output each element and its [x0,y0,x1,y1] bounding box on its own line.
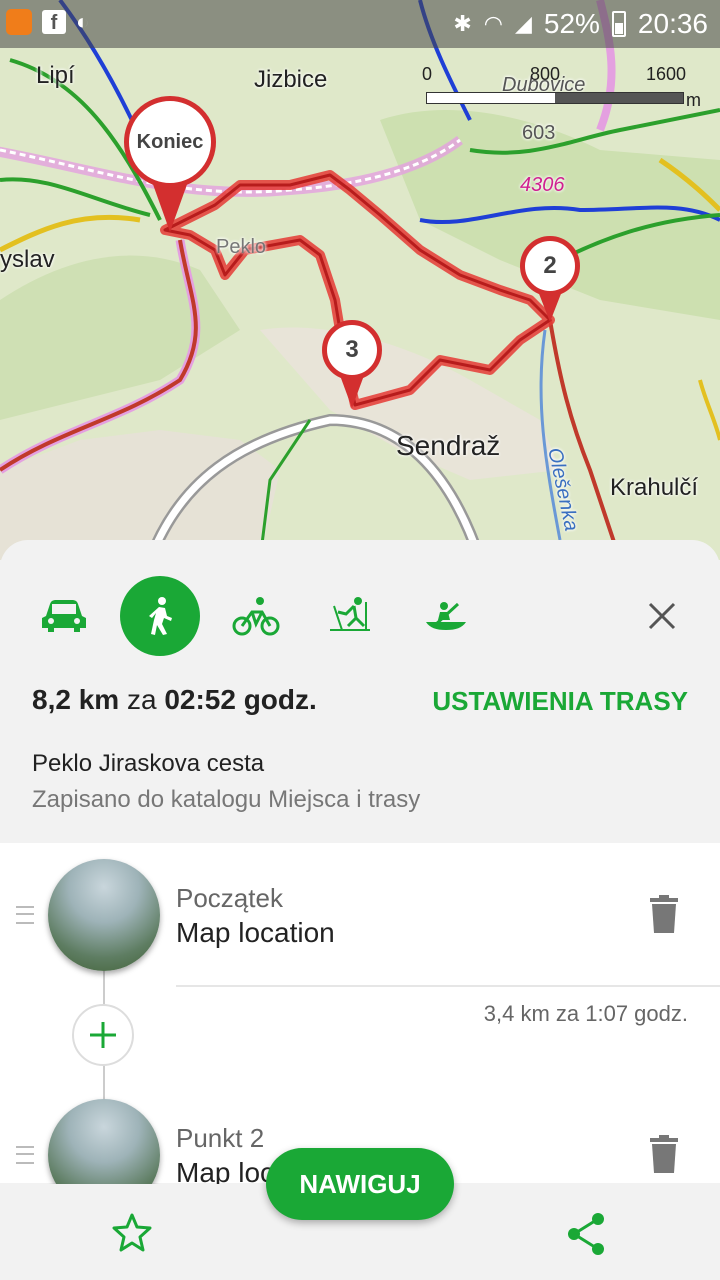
route-point-3-pin[interactable]: 3 [322,320,382,410]
mode-bike[interactable] [216,576,296,656]
scale-tick-800: 800 [530,64,561,84]
pin-label-koniec: Koniec [124,96,216,188]
map-label-elevation: 603 [522,122,556,144]
route-end-pin[interactable]: Koniec [124,96,216,236]
transport-mode-bar [0,576,720,656]
close-icon [648,602,676,630]
scale-tick-1600: 1600 [646,64,687,84]
battery-icon [611,11,626,37]
signal-icon: ◢ [514,11,532,36]
mode-ski[interactable] [310,576,390,656]
app-icon [6,9,32,35]
ski-icon [330,597,370,631]
drag-handle-icon[interactable] [16,1146,34,1164]
battery-percent: 52% [543,8,600,39]
share-button[interactable] [566,1212,606,1256]
facebook-icon: f [42,10,66,34]
route-za: za [126,684,157,715]
map-label-lipi: Lipí [36,62,75,89]
pin-label-2: 2 [520,236,580,296]
map-label-peklo: Peklo [216,236,267,258]
waypoint-thumbnail [48,859,160,971]
status-bar: f ◐ ✱ ◠ ◢ 52% 20:36 [0,0,720,48]
segment-distance: 3,4 km za 1:07 godz. [483,1001,688,1026]
waypoint-label: Początek [176,883,283,913]
mode-canoe[interactable] [406,576,486,656]
trash-icon [650,1135,678,1173]
plus-icon [90,1022,116,1048]
mode-walk[interactable] [120,576,200,656]
favorite-button[interactable] [112,1212,152,1252]
walk-icon [149,597,172,635]
map-view[interactable]: Lipí Jizbice Dubovice 603 4306 yslav Pek… [0,0,720,560]
scale-unit: m [686,90,701,110]
divider [176,985,720,987]
drag-handle-icon[interactable] [16,906,34,924]
route-settings-button[interactable]: USTAWIENIA TRASY [432,686,688,717]
bluetooth-icon: ✱ [453,11,472,36]
waypoint-list: Początek Map location 3,4 km za 1:07 god… [0,843,720,1271]
map-label-road-number: 4306 [520,174,565,196]
map-label-sendraz: Sendraž [396,430,501,461]
delete-waypoint-button[interactable] [648,895,680,933]
map-label-yslav: yslav [0,246,55,273]
star-icon [112,1213,152,1252]
route-duration: 02:52 godz. [164,684,317,715]
bike-icon [232,597,280,636]
mute-icon: ◐ [76,9,90,34]
map-label-krahulci: Krahulčí [610,474,699,501]
route-distance: 8,2 km [32,684,120,715]
pin-label-3: 3 [322,320,382,380]
canoe-icon [426,602,466,630]
navigate-button[interactable]: NAWIGUJ [266,1148,454,1220]
route-saved-note: Zapisano do katalogu Miejsca i trasy [32,786,421,813]
route-point-2-pin[interactable]: 2 [520,236,580,324]
add-waypoint-button[interactable] [72,1004,134,1066]
close-button[interactable] [640,594,684,638]
share-icon [568,1213,604,1255]
wifi-icon: ◠ [483,11,503,36]
delete-waypoint-button[interactable] [648,1135,680,1173]
scale-tick-0: 0 [422,64,433,84]
waypoint-name: Map location [176,917,335,948]
mode-car[interactable] [24,576,104,656]
map-label-jizbice: Jizbice [254,66,328,93]
route-summary: 8,2 km za 02:52 godz. [32,684,317,716]
clock: 20:36 [637,8,708,39]
waypoint-label: Punkt 2 [176,1123,265,1153]
car-icon [42,600,86,632]
route-name: Peklo Jiraskova cesta [32,750,265,777]
trash-icon [650,895,678,933]
map-scale: 0 800 1600 m [418,64,708,114]
scale-bar [426,92,684,104]
